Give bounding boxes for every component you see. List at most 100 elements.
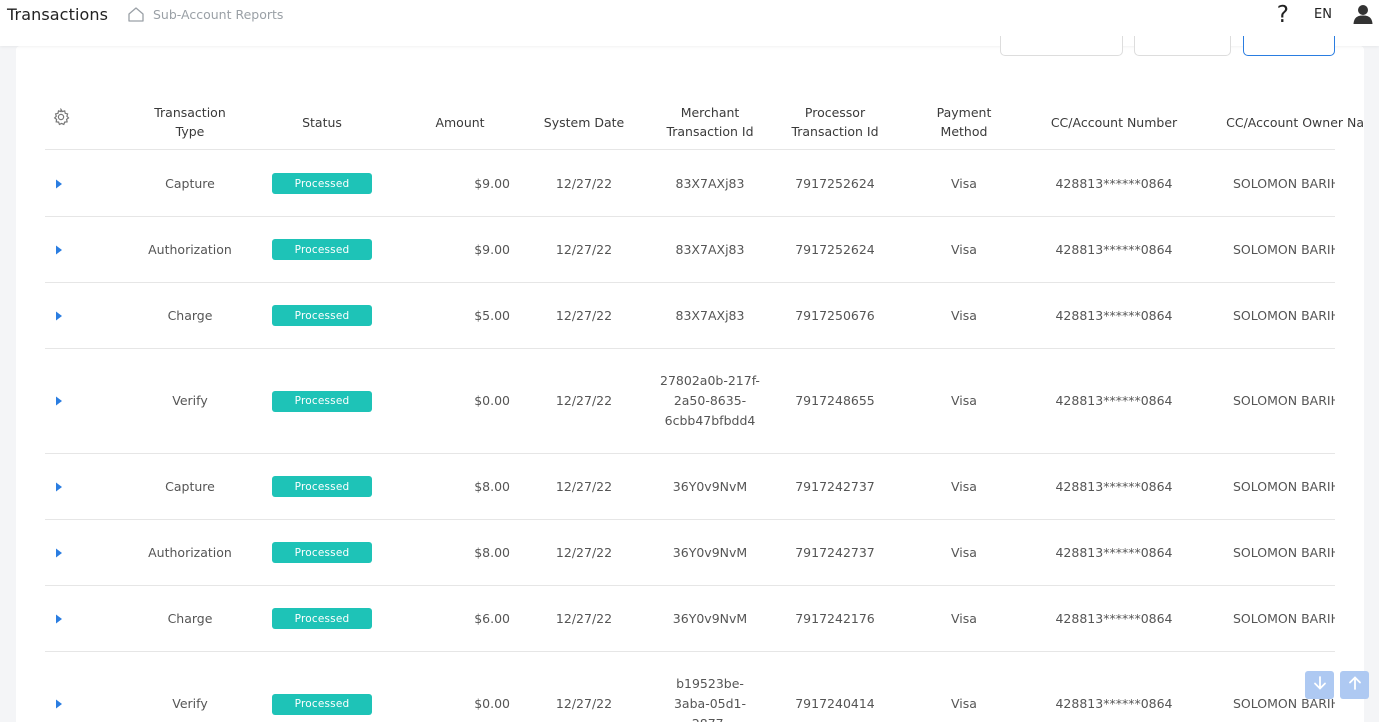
help-icon[interactable]: ?: [1277, 1, 1289, 29]
breadcrumb-label[interactable]: Sub-Account Reports: [153, 7, 283, 22]
cell-payment-method: Visa: [951, 307, 977, 323]
scroll-down-button[interactable]: [1305, 671, 1334, 699]
transactions-table-card: Transaction Type Status Amount System Da…: [16, 46, 1364, 722]
cell-status: Processed: [272, 454, 372, 519]
cell-transaction-type: Capture: [165, 478, 215, 494]
toolbar-button-1[interactable]: [1000, 36, 1123, 56]
cell-cc-account-owner-name: SOLOMON BARIHUN: [1233, 307, 1335, 323]
caret-right-icon[interactable]: [55, 151, 67, 216]
scroll-up-button[interactable]: [1340, 671, 1369, 699]
cell-system-date: 12/27/22: [555, 696, 613, 711]
user-icon[interactable]: [1352, 3, 1374, 29]
cell-system-date: 12/27/22: [555, 393, 613, 408]
cell-cc-account-owner-name: SOLOMON BARIHUN: [1233, 478, 1335, 494]
toolbar-button-2[interactable]: [1134, 36, 1231, 56]
caret-right-icon[interactable]: [55, 586, 67, 651]
caret-right-icon[interactable]: [55, 217, 67, 282]
cell-merchant-transaction-id: 83X7AXj83: [660, 283, 760, 348]
caret-right-icon[interactable]: [55, 283, 67, 348]
cell-cc-account-number: 428813******0864: [1055, 307, 1173, 323]
cell-cc-account-number: 428813******0864: [1055, 478, 1173, 494]
cell-processor-transaction-id: 7917240414: [795, 696, 875, 711]
cell-amount: $9.00: [474, 241, 510, 257]
cell-cc-account-number: 428813******0864: [1055, 696, 1173, 711]
cell-status: Processed: [272, 349, 372, 453]
table-row[interactable]: Capture Processed $8.00 12/27/22 36Y0v9NvM 79…: [45, 454, 1335, 520]
cell-status: Processed: [272, 652, 372, 722]
table-row[interactable]: Charge Processed $6.00 12/27/22 36Y0v9NvM 791…: [45, 586, 1335, 652]
cell-transaction-type: Charge: [167, 307, 213, 323]
caret-right-icon[interactable]: [55, 454, 67, 519]
breadcrumb[interactable]: Sub-Account Reports: [127, 6, 283, 23]
cell-status: Processed: [272, 217, 372, 282]
status-badge: Processed: [272, 693, 372, 715]
cell-amount: $5.00: [474, 307, 510, 323]
table-row[interactable]: Verify Processed $0.00 12/27/22 27802a0b-217…: [45, 349, 1335, 454]
cell-text: b19523be-3aba-05d1-2877-: [673, 676, 747, 722]
cell-merchant-transaction-id: 27802a0b-217f-2a50-8635-6cbb47bfbdd4: [660, 349, 760, 453]
col-merchant-transaction-id[interactable]: Merchant Transaction Id: [660, 94, 760, 150]
caret-right-icon[interactable]: [55, 349, 67, 453]
cell-transaction-type: Capture: [165, 175, 215, 191]
table-row[interactable]: Authorization Processed $9.00 12/27/22 83X7A…: [45, 217, 1335, 283]
col-system-date[interactable]: System Date: [534, 94, 634, 150]
cell-text: 83X7AXj83: [675, 307, 745, 323]
col-status[interactable]: Status: [272, 94, 372, 150]
cell-transaction-type: Charge: [167, 610, 213, 626]
col-amount[interactable]: Amount: [410, 94, 510, 150]
cell-amount: $8.00: [474, 478, 510, 494]
cell-amount: $0.00: [474, 393, 510, 408]
cell-cc-account-owner-name: SOLOMON BARIHUN: [1233, 241, 1335, 257]
status-badge: Processed: [272, 239, 372, 260]
cell-cc-account-number: 428813******0864: [1055, 175, 1173, 191]
col-cc-account-number[interactable]: CC/Account Number: [1044, 94, 1184, 150]
cell-status: Processed: [272, 283, 372, 348]
table-row[interactable]: Capture Processed $9.00 12/27/22 83X7AXj83 79…: [45, 151, 1335, 217]
cell-processor-transaction-id: 7917250676: [795, 307, 875, 323]
cell-system-date: 12/27/22: [555, 175, 613, 191]
caret-right-icon[interactable]: [55, 652, 67, 722]
table-row[interactable]: Verify Processed $0.00 12/27/22 b19523be-3ab…: [45, 652, 1335, 722]
cell-system-date: 12/27/22: [555, 307, 613, 323]
col-cc-account-owner-name[interactable]: CC/Account Owner Name: [1225, 94, 1364, 150]
cell-cc-account-owner-name: SOLOMON BARIHUN: [1233, 544, 1335, 560]
status-badge: Processed: [272, 173, 372, 194]
cell-processor-transaction-id: 7917252624: [795, 241, 875, 257]
cell-payment-method: Visa: [951, 241, 977, 257]
cell-merchant-transaction-id: 83X7AXj83: [660, 217, 760, 282]
col-payment-method[interactable]: Payment Method: [914, 94, 1014, 150]
cell-transaction-type: Authorization: [148, 544, 232, 560]
table-row[interactable]: Authorization Processed $8.00 12/27/22 36Y0v…: [45, 520, 1335, 586]
cell-system-date: 12/27/22: [555, 241, 613, 257]
cell-amount: $9.00: [474, 175, 510, 191]
table-header: Transaction Type Status Amount System Da…: [45, 94, 1364, 150]
cell-payment-method: Visa: [951, 696, 977, 711]
cell-cc-account-number: 428813******0864: [1055, 544, 1173, 560]
cell-payment-method: Visa: [951, 175, 977, 191]
cell-cc-account-owner-name: SOLOMON BARIHUN: [1233, 393, 1335, 408]
cell-cc-account-number: 428813******0864: [1055, 393, 1173, 408]
col-transaction-type[interactable]: Transaction Type: [140, 94, 240, 150]
cell-merchant-transaction-id: b19523be-3aba-05d1-2877-: [660, 652, 760, 722]
cell-cc-account-owner-name: SOLOMON BARIHUN: [1233, 175, 1335, 191]
cell-merchant-transaction-id: 83X7AXj83: [660, 151, 760, 216]
cell-text: 36Y0v9NvM: [672, 610, 748, 626]
cell-transaction-type: Verify: [172, 393, 208, 408]
status-badge: Processed: [272, 305, 372, 326]
caret-right-icon[interactable]: [55, 520, 67, 585]
cell-processor-transaction-id: 7917248655: [795, 393, 875, 408]
cell-cc-account-number: 428813******0864: [1055, 610, 1173, 626]
cell-transaction-type: Authorization: [148, 241, 232, 257]
gear-icon[interactable]: [52, 107, 70, 130]
cell-payment-method: Visa: [951, 610, 977, 626]
cell-payment-method: Visa: [951, 393, 977, 408]
cell-cc-account-owner-name: SOLOMON BARIHUN: [1233, 610, 1335, 626]
toolbar-button-3[interactable]: [1243, 36, 1335, 56]
table-row[interactable]: Charge Processed $5.00 12/27/22 83X7AXj83 791…: [45, 283, 1335, 349]
arrow-up-icon: [1348, 675, 1362, 695]
language-selector[interactable]: EN: [1314, 7, 1332, 22]
cell-cc-account-number: 428813******0864: [1055, 241, 1173, 257]
cell-status: Processed: [272, 520, 372, 585]
cell-system-date: 12/27/22: [555, 544, 613, 560]
col-processor-transaction-id[interactable]: Processor Transaction Id: [785, 94, 885, 150]
